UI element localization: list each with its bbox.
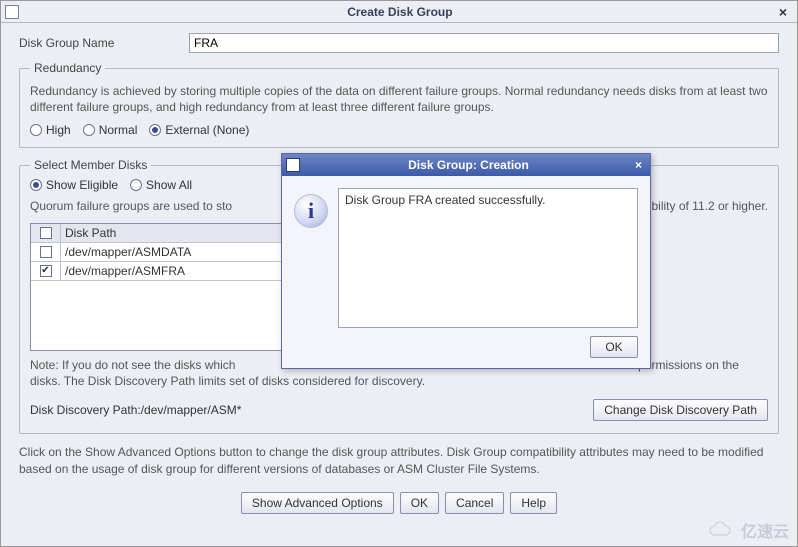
help-button[interactable]: Help <box>510 492 557 514</box>
checkbox-icon <box>40 246 52 258</box>
button-bar: Show Advanced Options OK Cancel Help <box>1 492 797 514</box>
redundancy-high-label: High <box>46 123 71 137</box>
radio-icon <box>30 124 42 136</box>
ok-button[interactable]: OK <box>400 492 439 514</box>
redundancy-normal-radio[interactable]: Normal <box>83 123 138 137</box>
dialog-body: i Disk Group FRA created successfully. <box>282 176 650 336</box>
show-all-radio[interactable]: Show All <box>130 178 192 192</box>
redundancy-high-radio[interactable]: High <box>30 123 71 137</box>
note-left: Note: If you do not see the disks which <box>30 358 235 372</box>
row-checkbox[interactable] <box>31 243 61 261</box>
disk-group-name-input[interactable] <box>189 33 779 53</box>
radio-icon <box>149 124 161 136</box>
redundancy-external-label: External (None) <box>165 123 249 137</box>
window-title: Create Disk Group <box>27 5 773 19</box>
radio-icon <box>83 124 95 136</box>
dialog-ok-button[interactable]: OK <box>590 336 638 358</box>
show-advanced-options-button[interactable]: Show Advanced Options <box>241 492 394 514</box>
dialog-message: Disk Group FRA created successfully. <box>338 188 638 328</box>
disk-group-name-label: Disk Group Name <box>19 36 189 50</box>
dialog-title: Disk Group: Creation <box>306 158 631 172</box>
discovery-path-label: Disk Discovery Path:/dev/mapper/ASM* <box>30 403 241 417</box>
titlebar: Create Disk Group × <box>1 1 797 23</box>
window-icon <box>5 5 19 19</box>
redundancy-options: High Normal External (None) <box>30 123 768 137</box>
creation-dialog: Disk Group: Creation × i Disk Group FRA … <box>281 153 651 369</box>
dialog-button-row: OK <box>282 336 650 368</box>
discovery-path-row: Disk Discovery Path:/dev/mapper/ASM* Cha… <box>30 399 768 421</box>
quorum-desc-left: Quorum failure groups are used to sto <box>30 198 232 214</box>
watermark-text: 亿速云 <box>741 518 789 542</box>
radio-icon <box>130 179 142 191</box>
redundancy-legend: Redundancy <box>30 61 105 75</box>
dialog-close-button[interactable]: × <box>631 158 646 172</box>
row-checkbox[interactable] <box>31 262 61 280</box>
redundancy-external-radio[interactable]: External (None) <box>149 123 249 137</box>
cloud-icon <box>707 521 737 539</box>
info-icon: i <box>294 194 328 228</box>
cancel-button[interactable]: Cancel <box>445 492 504 514</box>
show-eligible-radio[interactable]: Show Eligible <box>30 178 118 192</box>
dialog-window-icon <box>286 158 300 172</box>
close-button[interactable]: × <box>773 4 793 20</box>
watermark: 亿速云 <box>707 518 789 542</box>
show-eligible-label: Show Eligible <box>46 178 118 192</box>
disk-group-name-row: Disk Group Name <box>19 33 779 53</box>
redundancy-group: Redundancy Redundancy is achieved by sto… <box>19 61 779 148</box>
checkbox-icon <box>40 227 52 239</box>
member-disks-legend: Select Member Disks <box>30 158 151 172</box>
dialog-titlebar: Disk Group: Creation × <box>282 154 650 176</box>
main-window: Create Disk Group × Disk Group Name Redu… <box>0 0 798 547</box>
header-checkbox-cell[interactable] <box>31 224 61 242</box>
show-all-label: Show All <box>146 178 192 192</box>
change-discovery-path-button[interactable]: Change Disk Discovery Path <box>593 399 768 421</box>
checkbox-icon <box>40 265 52 277</box>
redundancy-normal-label: Normal <box>99 123 138 137</box>
radio-icon <box>30 179 42 191</box>
redundancy-description: Redundancy is achieved by storing multip… <box>30 83 768 115</box>
advanced-options-note: Click on the Show Advanced Options butto… <box>1 444 797 478</box>
